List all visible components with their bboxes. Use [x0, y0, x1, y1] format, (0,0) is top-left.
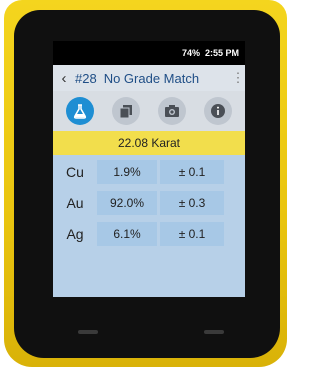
- camera-icon: [165, 105, 179, 117]
- kebab-icon: ⋮: [231, 70, 245, 85]
- element-error: ± 0.1: [160, 222, 224, 246]
- table-row: Au 92.0% ± 0.3: [53, 189, 245, 217]
- element-error: ± 0.3: [160, 191, 224, 215]
- table-row: Ag 6.1% ± 0.1: [53, 220, 245, 248]
- flask-icon: [73, 104, 87, 119]
- chevron-left-icon: ‹: [61, 69, 67, 87]
- element-symbol: Cu: [66, 164, 84, 180]
- battery-level: 74%: [181, 48, 200, 58]
- status-bar: 74% 2:55 PM: [53, 41, 245, 65]
- element-percent: 92.0%: [97, 191, 157, 215]
- karat-value: 22.08 Karat: [117, 136, 181, 150]
- composition-table: Cu 1.9% ± 0.1 Au 92.0% ± 0.3 Ag 6.1% ± 0…: [53, 155, 245, 248]
- element-error: ± 0.1: [160, 160, 224, 184]
- sample-number: #28: [75, 70, 97, 86]
- element-symbol: Au: [66, 195, 84, 211]
- device-screen: 74% 2:55 PM ‹ #28 No Grade Match ⋮ 22.08…: [53, 41, 245, 297]
- clock-time: 2:55 PM: [204, 48, 239, 58]
- title-bar: ‹ #28 No Grade Match ⋮: [53, 65, 245, 91]
- left-hardware-button[interactable]: [78, 330, 98, 334]
- element-percent: 1.9%: [97, 160, 157, 184]
- copy-button[interactable]: [112, 97, 140, 125]
- element-percent: 6.1%: [97, 222, 157, 246]
- copy-icon: [119, 105, 132, 119]
- camera-button[interactable]: [158, 97, 186, 125]
- element-symbol: Ag: [66, 226, 84, 242]
- table-row: Cu 1.9% ± 0.1: [53, 158, 245, 186]
- info-button[interactable]: [204, 97, 232, 125]
- page-title: No Grade Match: [103, 70, 200, 86]
- results-button[interactable]: [66, 97, 94, 125]
- toolbar: [53, 91, 245, 131]
- info-icon: [211, 104, 225, 118]
- back-button[interactable]: ‹: [53, 70, 75, 87]
- karat-result: 22.08 Karat: [53, 131, 245, 155]
- overflow-menu-button[interactable]: ⋮: [231, 70, 245, 86]
- right-hardware-button[interactable]: [204, 330, 224, 334]
